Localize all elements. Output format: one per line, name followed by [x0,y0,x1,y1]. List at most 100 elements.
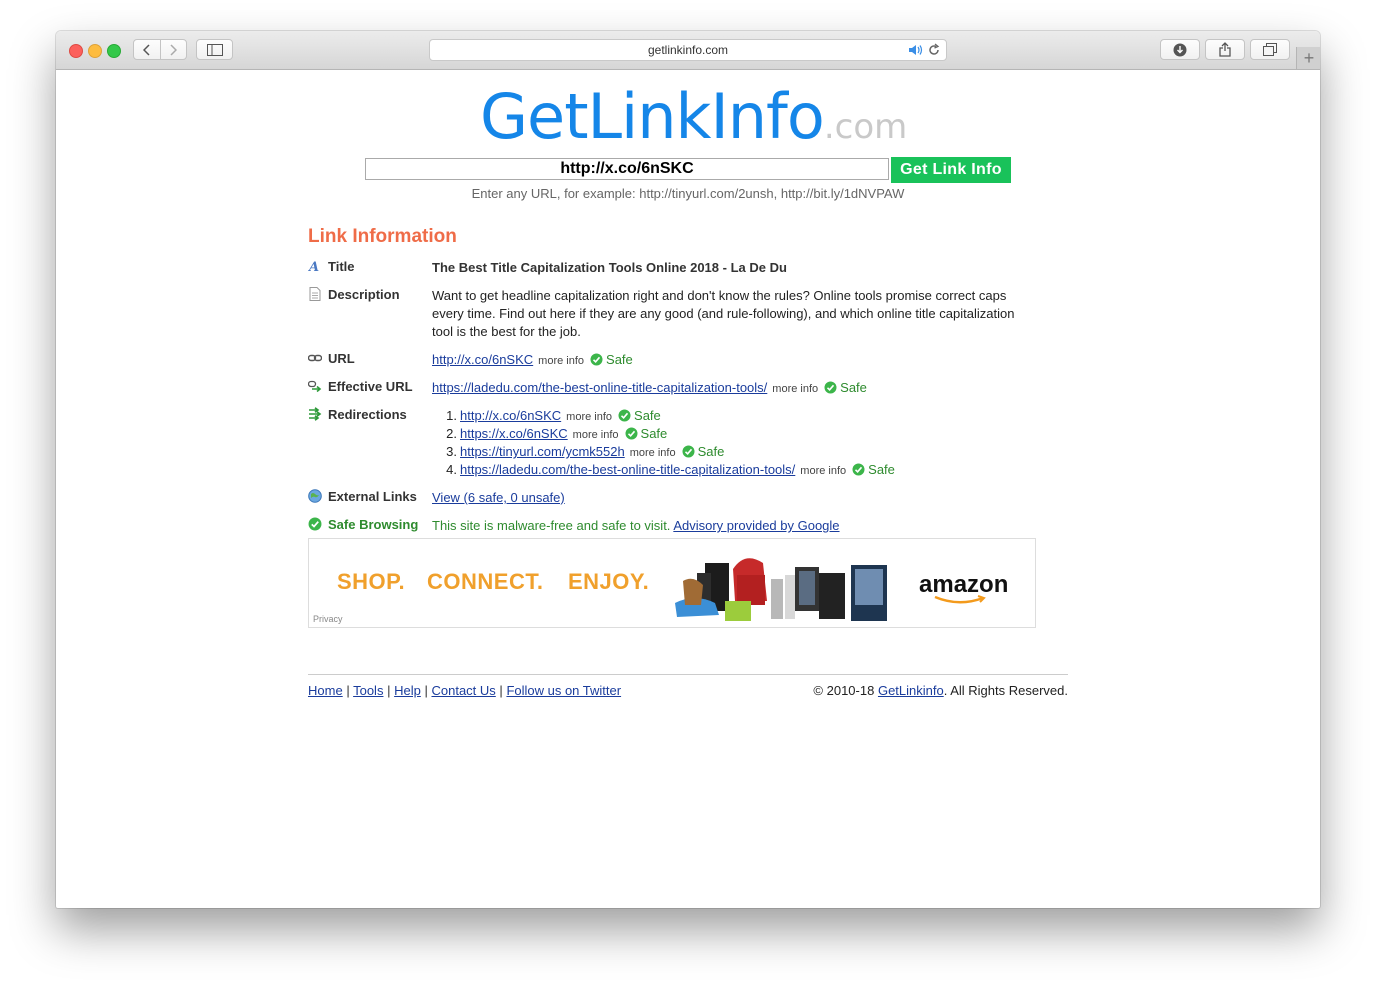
ad-products-image [675,558,887,621]
forward-link-icon [308,380,322,393]
effective-url-label: Effective URL [308,379,428,394]
browser-toolbar: getlinkinfo.com + [56,31,1320,70]
svg-text:A: A [308,260,319,273]
site-logo[interactable]: GetLinkInfo.com [480,80,920,153]
ad-slogan-connect: CONNECT. [427,569,544,594]
minimize-window-button[interactable] [88,44,102,58]
downloads-button[interactable] [1160,39,1200,60]
safe-badge: Safe [852,462,895,477]
logo-text: GetLinkInfo [480,80,825,153]
view-external-links-link[interactable]: View (6 safe, 0 unsafe) [432,490,565,505]
redirections-label: Redirections [308,407,428,422]
more-info-link[interactable]: more info [566,411,612,423]
redirection-link[interactable]: https://x.co/6nSKC [460,426,568,441]
section-title: Link Information [308,226,457,247]
url-input[interactable] [365,158,889,180]
safe-badge: Safe [618,408,661,423]
show-tabs-button[interactable] [1250,39,1290,60]
address-bar[interactable]: getlinkinfo.com [429,39,947,61]
safe-browsing-value: This site is malware-free and safe to vi… [432,517,1032,535]
new-tab-button[interactable]: + [1296,47,1320,69]
more-info-link[interactable]: more info [573,429,619,441]
ad-slogan-enjoy: ENJOY. [568,569,650,594]
amazon-smile-icon [934,595,986,604]
text-a-icon: A [308,260,319,273]
url-value: http://x.co/6nSKC more info Safe [432,351,1032,370]
footer-home-link[interactable]: Home [308,683,343,698]
description-value: Want to get headline capitalization righ… [432,288,1015,339]
chevron-left-icon [142,43,150,56]
logo-suffix: .com [823,107,908,147]
download-icon [1173,43,1187,56]
check-circle-icon [625,427,638,440]
check-circle-icon [852,463,865,476]
search-hint: Enter any URL, for example: http://tinyu… [471,186,905,201]
safe-badge: Safe [682,444,724,459]
sidebar-toggle-button[interactable] [196,39,233,60]
safe-badge: Safe [824,380,867,395]
more-info-link[interactable]: more info [538,355,584,367]
share-button[interactable] [1205,39,1245,60]
get-link-info-button[interactable]: Get Link Info [891,157,1011,183]
check-circle-icon [682,445,695,458]
safe-browsing-text: This site is malware-free and safe to vi… [432,518,671,533]
external-links-label: External Links [308,489,428,504]
close-window-button[interactable] [69,44,83,58]
plus-icon: + [1303,48,1315,68]
google-advisory-link[interactable]: Advisory provided by Google [673,518,839,533]
ad-slogan-shop: SHOP. [337,569,406,594]
footer-help-link[interactable]: Help [394,683,421,698]
check-circle-icon [308,517,322,531]
copyright-link[interactable]: GetLinkinfo [878,683,944,698]
redirection-item: 3. https://tinyurl.com/ycmk552h more info S… [446,444,725,459]
copyright: © 2010-18 GetLinkinfo. All Rights Reserv… [813,683,1068,698]
footer-tools-link[interactable]: Tools [353,683,383,698]
redirections-list: 1. http://x.co/6nSKC more info Safe 2. https… [432,407,1032,479]
more-info-link[interactable]: more info [772,383,818,395]
reload-icon[interactable] [927,43,941,57]
title-label: A Title [308,259,355,274]
amazon-ad-banner[interactable]: SHOP. CONNECT. ENJOY. amazon Privacy [308,538,1036,628]
description-label: Description [308,287,428,302]
page-content: GetLinkInfo.com Get Link Info Enter any … [56,70,1320,908]
effective-url-value: https://ladedu.com/the-best-online-title… [432,379,1032,398]
check-circle-icon [824,381,837,394]
tabs-overview-icon [1263,43,1277,56]
safe-browsing-label: Safe Browsing [308,517,428,532]
safe-badge: Safe [625,426,667,441]
ad-privacy-link[interactable]: Privacy [313,614,343,624]
redirection-item: 2. https://x.co/6nSKC more info Safe [446,426,668,441]
back-button[interactable] [134,40,160,59]
title-value: The Best Title Capitalization Tools Onli… [432,260,787,275]
globe-icon [308,489,322,503]
effective-url-link[interactable]: https://ladedu.com/the-best-online-title… [432,380,767,395]
footer-contact-link[interactable]: Contact Us [431,683,495,698]
forward-button[interactable] [159,40,187,59]
browser-window: getlinkinfo.com + GetLinkInfo.com Get Li… [56,31,1320,908]
share-icon [1219,42,1231,57]
sidebar-icon [206,43,223,56]
check-circle-icon [590,353,603,366]
chevron-right-icon [170,43,178,56]
footer-twitter-link[interactable]: Follow us on Twitter [506,683,621,698]
redirect-arrows-icon [309,407,322,421]
zoom-window-button[interactable] [107,44,121,58]
footer-nav: Home | Tools | Help | Contact Us | Follo… [308,683,622,698]
safe-badge: Safe [590,352,633,367]
redirection-item: 1. http://x.co/6nSKC more info Safe [446,408,661,423]
redirection-item: 4. https://ladedu.com/the-best-online-tit… [446,462,895,477]
redirection-link[interactable]: http://x.co/6nSKC [460,408,561,423]
speaker-icon[interactable] [908,43,924,57]
document-icon [309,287,321,301]
more-info-link[interactable]: more info [800,465,846,477]
more-info-link[interactable]: more info [630,447,676,459]
redirection-link[interactable]: https://ladedu.com/the-best-online-title… [460,462,795,477]
footer-divider [308,674,1068,675]
redirection-link[interactable]: https://tinyurl.com/ycmk552h [460,444,625,459]
url-link[interactable]: http://x.co/6nSKC [432,352,533,367]
check-circle-icon [618,409,631,422]
address-text: getlinkinfo.com [647,43,729,57]
external-links-value: View (6 safe, 0 unsafe) [432,489,1032,507]
link-chain-icon [308,354,322,362]
url-label: URL [308,351,428,366]
